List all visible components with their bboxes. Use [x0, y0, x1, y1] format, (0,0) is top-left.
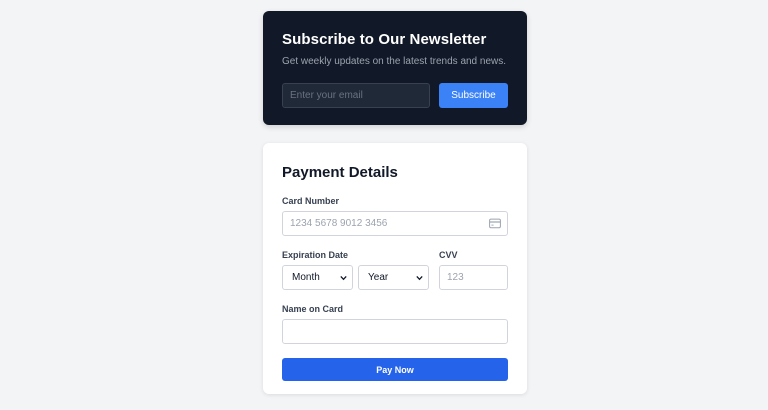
name-on-card-group: Name on Card	[282, 304, 508, 344]
expiry-cvv-row: Expiration Date Month Year CVV 123	[282, 250, 508, 290]
cvv-label: CVV	[439, 250, 458, 260]
month-select[interactable]: Month	[282, 265, 353, 290]
card-number-input[interactable]	[282, 211, 508, 236]
newsletter-card: Subscribe to Our Newsletter Get weekly u…	[263, 11, 527, 125]
chevron-down-icon	[340, 275, 347, 281]
pay-now-button[interactable]: Pay Now	[282, 358, 508, 381]
name-on-card-label: Name on Card	[282, 304, 344, 314]
cvv-input[interactable]	[439, 265, 508, 290]
payment-card: Payment Details Card Number Expiration D…	[263, 143, 527, 394]
newsletter-subtitle: Get weekly updates on the latest trends …	[282, 56, 507, 67]
expiration-group: Expiration Date Month Year	[282, 250, 439, 290]
subscribe-button[interactable]: Subscribe	[439, 83, 508, 108]
payment-title: Payment Details	[282, 164, 398, 181]
year-select-value: Year	[368, 272, 389, 283]
name-on-card-wrap	[282, 319, 508, 344]
email-input[interactable]	[282, 83, 430, 108]
expiration-label: Expiration Date	[282, 250, 349, 260]
card-number-group: Card Number	[282, 196, 508, 236]
name-on-card-input[interactable]	[282, 319, 508, 344]
content-column: Subscribe to Our Newsletter Get weekly u…	[263, 11, 527, 394]
cvv-group: CVV	[439, 250, 508, 290]
newsletter-form: Subscribe	[282, 83, 508, 108]
year-select[interactable]: Year	[358, 265, 429, 290]
chevron-down-icon	[416, 275, 423, 281]
card-number-wrap	[282, 211, 508, 236]
card-number-label: Card Number	[282, 196, 340, 206]
expiration-selects: Month Year	[282, 265, 439, 290]
newsletter-title: Subscribe to Our Newsletter	[282, 31, 487, 48]
credit-card-icon	[489, 218, 501, 229]
month-select-value: Month	[292, 272, 320, 283]
